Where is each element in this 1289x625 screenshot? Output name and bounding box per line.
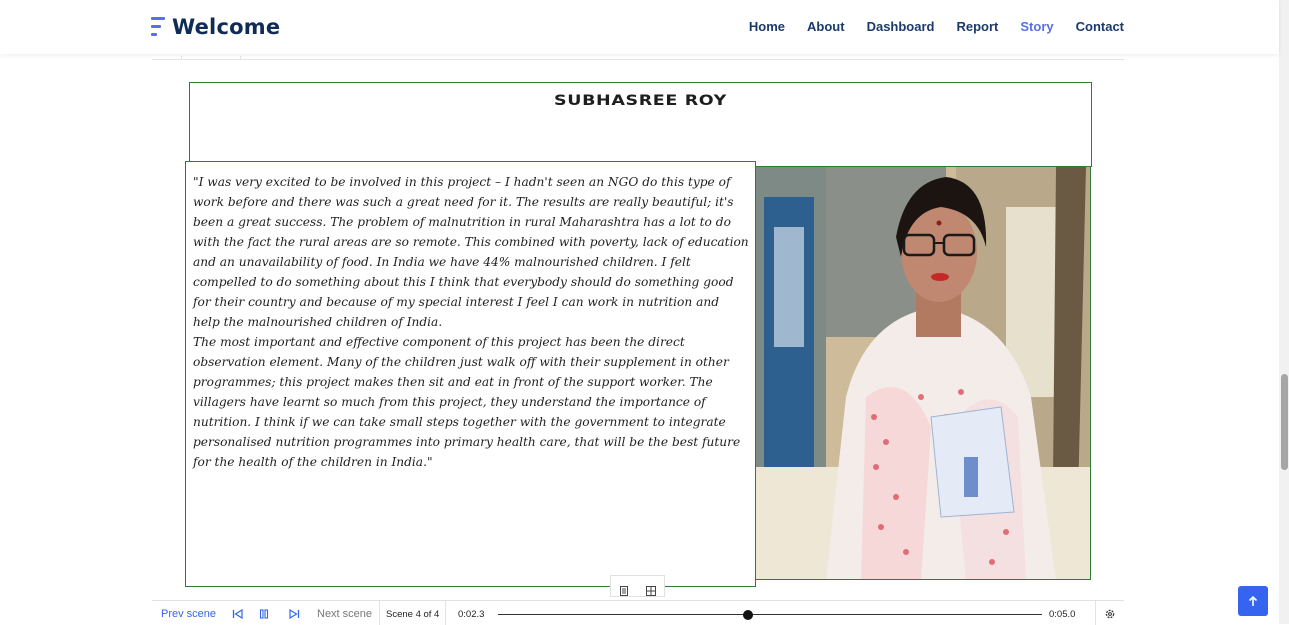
testimonial-text: "I was very excited to be involved in th… — [193, 172, 749, 472]
arrow-up-icon — [1247, 592, 1259, 611]
scroll-to-top-button[interactable] — [1238, 586, 1268, 616]
quote-paragraph-1: "I was very excited to be involved in th… — [193, 175, 749, 329]
quote-paragraph-2: The most important and effective compone… — [193, 335, 741, 469]
timeline-scrubber[interactable] — [743, 610, 754, 620]
current-time: 0:02.3 — [458, 609, 485, 620]
grid-view-icon[interactable] — [645, 581, 656, 596]
scene-player: Prev scene Next scene Scene 4 of 4 0:02.… — [152, 600, 1124, 625]
testimonial-quote-box: "I was very excited to be involved in th… — [185, 161, 756, 587]
player-divider — [445, 601, 446, 625]
nav-dashboard[interactable]: Dashboard — [867, 19, 935, 34]
toolbar-remnant — [152, 56, 1124, 60]
portrait-illustration — [756, 167, 1090, 579]
portrait-photo — [755, 166, 1091, 580]
scene-counter: Scene 4 of 4 — [386, 609, 440, 620]
main-nav: Home About Dashboard Report Story Contac… — [749, 19, 1124, 34]
skip-back-icon[interactable] — [232, 608, 244, 622]
story-title-box: SUBHASREE ROY — [189, 82, 1092, 167]
nav-report[interactable]: Report — [956, 19, 998, 34]
nav-about[interactable]: About — [807, 19, 845, 34]
timeline-track[interactable] — [498, 614, 1042, 615]
story-person-name: SUBHASREE ROY — [554, 93, 727, 109]
site-header: Welcome Home About Dashboard Report Stor… — [0, 0, 1279, 54]
view-toggle-group — [610, 575, 665, 597]
next-scene-button[interactable]: Next scene — [317, 608, 372, 620]
notes-view-icon[interactable] — [619, 581, 629, 596]
brand-logo[interactable]: Welcome — [151, 15, 280, 39]
nav-contact[interactable]: Contact — [1076, 19, 1124, 34]
page-scrollbar[interactable] — [1279, 0, 1289, 624]
skip-forward-icon[interactable] — [288, 608, 300, 622]
brand-name: Welcome — [172, 15, 281, 39]
pause-icon[interactable] — [259, 609, 269, 622]
logo-icon — [151, 16, 167, 38]
player-divider — [379, 601, 380, 625]
gear-icon[interactable] — [1104, 608, 1116, 623]
prev-scene-button[interactable]: Prev scene — [161, 608, 216, 620]
player-divider — [1095, 601, 1096, 625]
total-time: 0:05.0 — [1049, 609, 1076, 620]
scrollbar-thumb[interactable] — [1281, 374, 1288, 470]
nav-home[interactable]: Home — [749, 19, 785, 34]
nav-story[interactable]: Story — [1020, 19, 1053, 34]
